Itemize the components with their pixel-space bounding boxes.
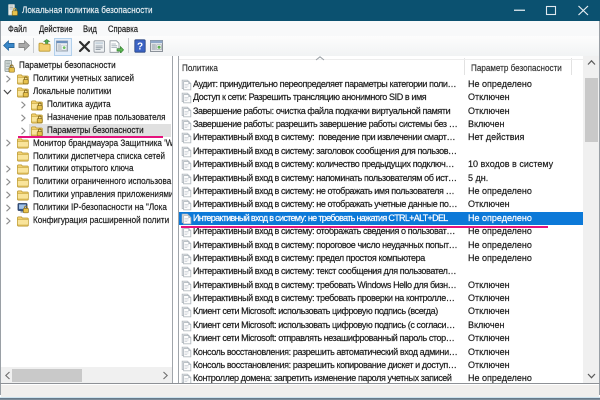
svg-text:?: ? [137,42,143,53]
